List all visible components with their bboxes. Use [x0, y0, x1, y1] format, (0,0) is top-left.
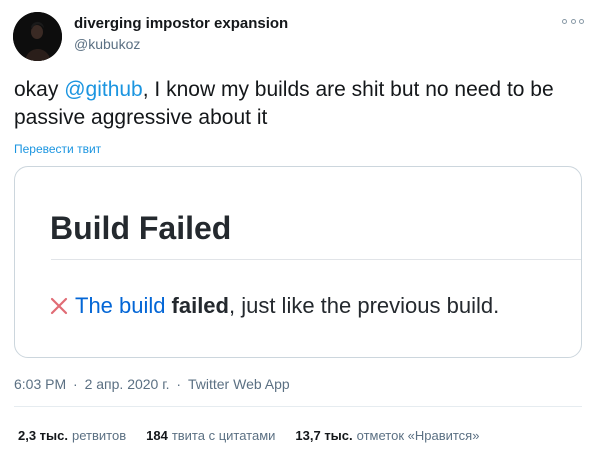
tweet-date[interactable]: 2 апр. 2020 г. [85, 376, 170, 392]
link-card[interactable]: Build Failed The build failed , just lik… [14, 166, 582, 358]
tweet-meta: 6:03 PM · 2 апр. 2020 г. · Twitter Web A… [14, 376, 290, 392]
avatar[interactable] [13, 12, 62, 61]
more-options-icon[interactable] [562, 13, 584, 29]
card-title: Build Failed [50, 210, 232, 246]
tweet-source[interactable]: Twitter Web App [188, 376, 290, 392]
card-rest-text: , just like the previous build. [228, 293, 500, 318]
mention-link[interactable]: @github [64, 78, 143, 101]
quotes-count: 184 [146, 428, 168, 443]
quotes-stat[interactable]: 184 твита с цитатами [146, 428, 275, 443]
author-display-name[interactable]: diverging impostor expansion [74, 15, 288, 32]
card-status-line: The build failed , just like the previou… [49, 293, 499, 319]
likes-label: отметок «Нравится» [356, 428, 480, 443]
user-avatar-icon [13, 12, 62, 61]
tweet-text-prefix: okay [14, 78, 65, 101]
tweet-time[interactable]: 6:03 PM [14, 376, 66, 392]
card-divider [51, 259, 581, 260]
likes-count: 13,7 тыс. [295, 428, 353, 443]
stats-divider [14, 406, 582, 407]
likes-stat[interactable]: 13,7 тыс. отметок «Нравится» [295, 428, 479, 443]
quotes-label: твита с цитатами [171, 428, 276, 443]
tweet-text: okay @github, I know my builds are shit … [14, 76, 589, 132]
retweets-stat[interactable]: 2,3 тыс. ретвитов [18, 428, 126, 443]
translate-tweet-link[interactable]: Перевести твит [14, 142, 101, 156]
card-failed-text: failed [171, 293, 229, 318]
card-build-link: The build [75, 293, 166, 318]
retweets-label: ретвитов [72, 428, 127, 443]
close-x-icon [50, 297, 68, 315]
author-handle[interactable]: @kubukoz [74, 36, 140, 52]
retweets-count: 2,3 тыс. [18, 428, 68, 443]
tweet-stats: 2,3 тыс. ретвитов 184 твита с цитатами 13,… [18, 428, 499, 443]
